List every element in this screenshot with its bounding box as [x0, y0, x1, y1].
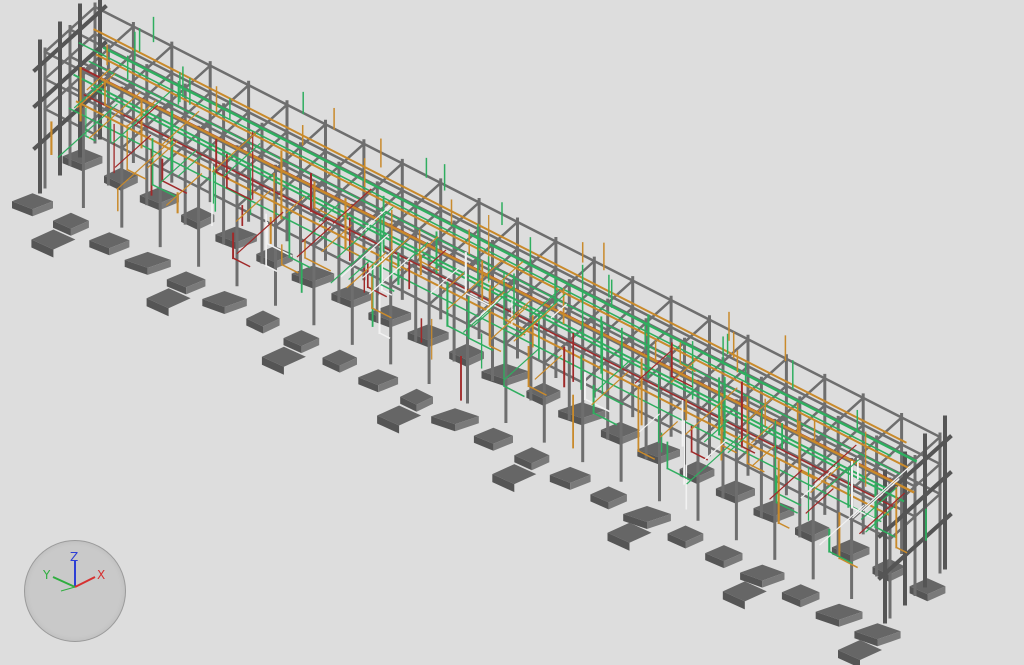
pipe-branch	[378, 331, 391, 340]
pipe-cross	[473, 310, 491, 327]
pipe-branch	[280, 263, 299, 274]
pipe-cross	[517, 293, 566, 338]
pipe-run	[95, 53, 910, 470]
pipe-cross	[159, 150, 197, 185]
pipe-rack-model[interactable]	[0, 0, 1024, 665]
rack-long-beam	[43, 107, 892, 541]
pipe-cross	[819, 504, 865, 546]
pipe-cross	[800, 465, 838, 499]
pipe-run	[78, 41, 892, 457]
orientation-gizmo[interactable]: Z Y X	[24, 540, 126, 642]
z-axis-label: Z	[70, 550, 79, 564]
x-axis-label: X	[97, 568, 106, 582]
rack-long-beam	[68, 84, 917, 519]
pipe-run	[88, 60, 902, 476]
pipe-run	[100, 77, 915, 494]
pipe-branch	[777, 521, 790, 529]
y-axis-label: Y	[43, 568, 51, 582]
rack-long-beam	[68, 54, 917, 489]
3d-model-viewport[interactable]: Z Y X	[0, 0, 1024, 665]
rack-long-beam	[93, 32, 942, 466]
pipe-cross	[751, 445, 776, 467]
pipe-run	[102, 46, 918, 463]
